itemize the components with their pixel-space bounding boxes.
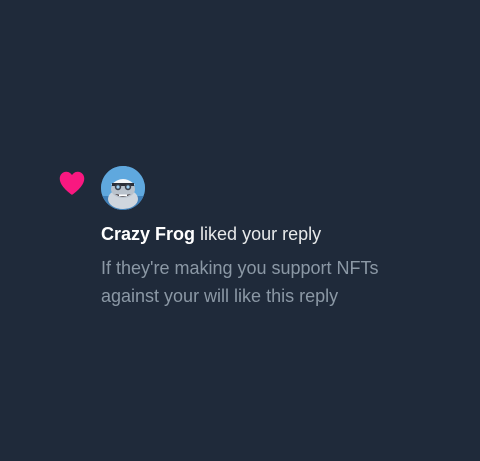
reply-text: If they're making you support NFTs again… bbox=[101, 258, 379, 306]
like-notification[interactable]: Crazy Frog liked your reply If they're m… bbox=[0, 0, 480, 461]
crazy-frog-avatar-icon bbox=[101, 166, 145, 210]
heart-icon bbox=[58, 170, 86, 196]
action-text: liked your reply bbox=[200, 224, 322, 244]
user-name[interactable]: Crazy Frog bbox=[101, 224, 195, 244]
avatar[interactable] bbox=[101, 166, 145, 210]
notification-headline: Crazy Frog liked your reply bbox=[101, 222, 321, 246]
